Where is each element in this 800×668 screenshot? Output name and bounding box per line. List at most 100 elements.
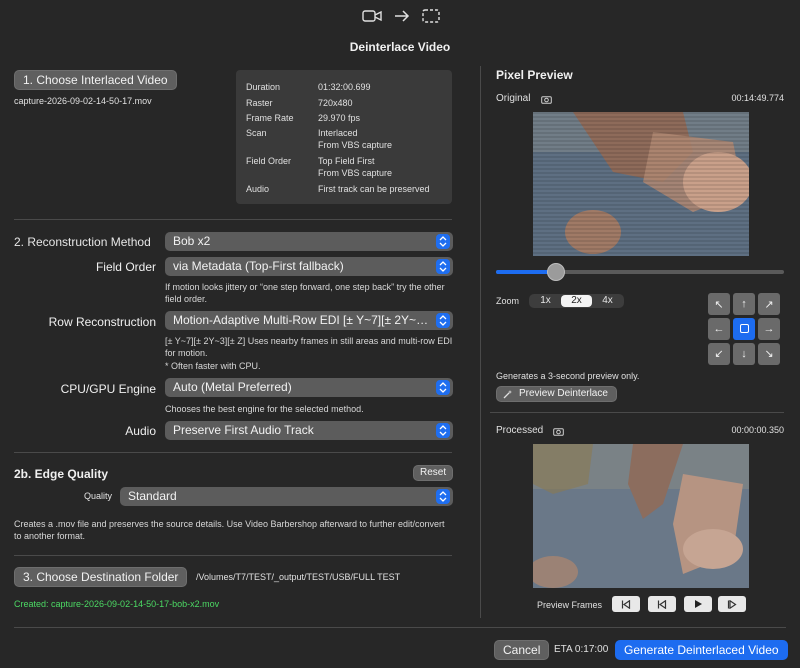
updown-chevron-icon	[436, 423, 450, 438]
field-order-help: If motion looks jittery or “one step for…	[165, 282, 445, 304]
pan-direction-pad[interactable]: ↖ ↑ ↗ ← → ↙ ↓ ↘	[708, 293, 780, 365]
arrow-up-icon[interactable]: ↑	[733, 293, 755, 316]
method-select-value: Bob x2	[173, 234, 211, 248]
zoom-label: Zoom	[496, 296, 520, 306]
magic-wand-icon	[503, 390, 512, 399]
row-reconstruction-label: Row Reconstruction	[48, 315, 156, 329]
output-note: Creates a .mov file and preserves the so…	[14, 519, 445, 541]
step-back-icon	[657, 599, 667, 609]
arrow-right-icon[interactable]: →	[758, 318, 780, 340]
page-title: Deinterlace Video	[349, 40, 451, 54]
updown-chevron-icon	[436, 234, 450, 249]
play-icon	[695, 600, 702, 608]
created-file-label: Created: capture-2026-09-02-14-50-17-bob…	[14, 599, 220, 609]
info-sub-field-order: From VBS capture	[318, 168, 393, 178]
info-key-field-order: Field Order	[246, 156, 292, 166]
generate-button[interactable]: Generate Deinterlaced Video	[615, 640, 788, 660]
camera-icon[interactable]	[541, 95, 552, 104]
processed-preview-image	[533, 444, 749, 588]
info-value-frame-rate: 29.970 fps	[318, 113, 361, 123]
previous-frame-button[interactable]	[648, 596, 676, 612]
quality-select[interactable]: Standard	[120, 487, 453, 506]
processed-timecode: 00:00:00.350	[731, 425, 784, 435]
play-button[interactable]	[684, 596, 712, 612]
field-order-select-value: via Metadata (Top-First fallback)	[173, 259, 344, 273]
method-label: 2. Reconstruction Method	[14, 235, 151, 249]
scrub-slider-track[interactable]	[496, 270, 784, 274]
pixel-preview-title: Pixel Preview	[496, 68, 573, 82]
method-select[interactable]: Bob x2	[165, 232, 453, 251]
row-reconstruction-help: [± Y~7][± 2Y~3][± Z] Uses nearby frames …	[165, 336, 453, 358]
info-value-field-order: Top Field First	[318, 156, 375, 166]
arrow-down-left-icon[interactable]: ↙	[708, 342, 730, 365]
arrow-down-right-icon[interactable]: ↘	[758, 342, 780, 365]
info-key-raster: Raster	[246, 98, 273, 108]
arrow-right-icon	[395, 10, 410, 22]
zoom-4x[interactable]: 4x	[592, 295, 623, 307]
quality-label: Quality	[84, 491, 113, 501]
arrow-up-left-icon[interactable]: ↖	[708, 293, 730, 316]
footer-divider	[14, 627, 786, 628]
engine-label: CPU/GPU Engine	[60, 382, 156, 396]
cancel-button[interactable]: Cancel	[494, 640, 550, 660]
info-key-duration: Duration	[246, 82, 281, 92]
engine-help: Chooses the best engine for the selected…	[165, 404, 364, 414]
quality-select-value: Standard	[128, 489, 177, 503]
preview-deinterlace-label: Preview Deinterlace	[519, 388, 608, 399]
info-value-scan: Interlaced	[318, 128, 358, 138]
scrub-slider-knob[interactable]	[547, 263, 566, 281]
source-filename: capture-2026-09-02-14-50-17.mov	[14, 96, 152, 106]
zoom-segmented-control[interactable]: 1x 2x 4x	[529, 294, 624, 308]
preview-frames-label: Preview Frames	[537, 600, 603, 610]
eta-label: ETA 0:17:00	[554, 644, 609, 655]
camera-icon[interactable]	[553, 427, 564, 436]
next-frame-button[interactable]	[718, 596, 746, 612]
zoom-1x[interactable]: 1x	[530, 295, 561, 307]
row-reconstruction-select[interactable]: Motion-Adaptive Multi-Row EDI [± Y~7][± …	[165, 311, 453, 330]
original-label: Original	[496, 93, 531, 104]
divider	[490, 412, 784, 413]
info-key-audio: Audio	[246, 184, 270, 194]
updown-chevron-icon	[436, 259, 450, 274]
arrow-left-icon[interactable]: ←	[708, 318, 730, 340]
original-preview-image	[533, 112, 749, 256]
first-frame-button[interactable]	[612, 596, 640, 612]
center-square-icon[interactable]	[733, 318, 755, 340]
field-order-label: Field Order	[95, 260, 156, 274]
header-icons	[362, 6, 440, 26]
preview-deinterlace-button[interactable]: Preview Deinterlace	[496, 386, 617, 402]
audio-select-value: Preserve First Audio Track	[173, 423, 314, 437]
info-key-frame-rate: Frame Rate	[246, 113, 294, 123]
updown-chevron-icon	[436, 489, 450, 504]
arrow-down-icon[interactable]: ↓	[733, 342, 755, 365]
edge-quality-title: 2b. Edge Quality	[14, 467, 109, 481]
choose-video-button[interactable]: 1. Choose Interlaced Video	[14, 70, 177, 90]
preview-note: Generates a 3-second preview only.	[496, 371, 640, 381]
divider	[14, 555, 452, 556]
updown-chevron-icon	[436, 380, 450, 395]
dashed-frame-icon	[422, 9, 440, 23]
video-camera-icon	[362, 10, 382, 22]
field-order-select[interactable]: via Metadata (Top-First fallback)	[165, 257, 453, 276]
source-info-panel: Duration 01:32:00.699 Raster 720x480 Fra…	[236, 70, 452, 204]
info-value-raster: 720x480	[318, 98, 353, 108]
audio-label: Audio	[125, 424, 156, 438]
divider	[14, 452, 452, 453]
info-value-duration: 01:32:00.699	[318, 82, 371, 92]
engine-select-value: Auto (Metal Preferred)	[173, 380, 292, 394]
destination-path: /Volumes/T7/TEST/_output/TEST/USB/FULL T…	[196, 572, 401, 582]
step-forward-icon	[727, 599, 737, 609]
audio-select[interactable]: Preserve First Audio Track	[165, 421, 453, 440]
processed-label: Processed	[496, 425, 544, 436]
row-reconstruction-select-value: Motion-Adaptive Multi-Row EDI [± Y~7][± …	[173, 313, 431, 327]
choose-destination-button[interactable]: 3. Choose Destination Folder	[14, 567, 188, 587]
engine-select[interactable]: Auto (Metal Preferred)	[165, 378, 453, 397]
info-sub-scan: From VBS capture	[318, 140, 393, 150]
info-key-scan: Scan	[246, 128, 267, 138]
row-reconstruction-note: * Often faster with CPU.	[165, 361, 261, 371]
zoom-2x[interactable]: 2x	[561, 295, 592, 307]
skip-to-start-icon	[621, 599, 631, 609]
updown-chevron-icon	[436, 313, 450, 328]
reset-button[interactable]: Reset	[413, 465, 454, 481]
arrow-up-right-icon[interactable]: ↗	[758, 293, 780, 316]
